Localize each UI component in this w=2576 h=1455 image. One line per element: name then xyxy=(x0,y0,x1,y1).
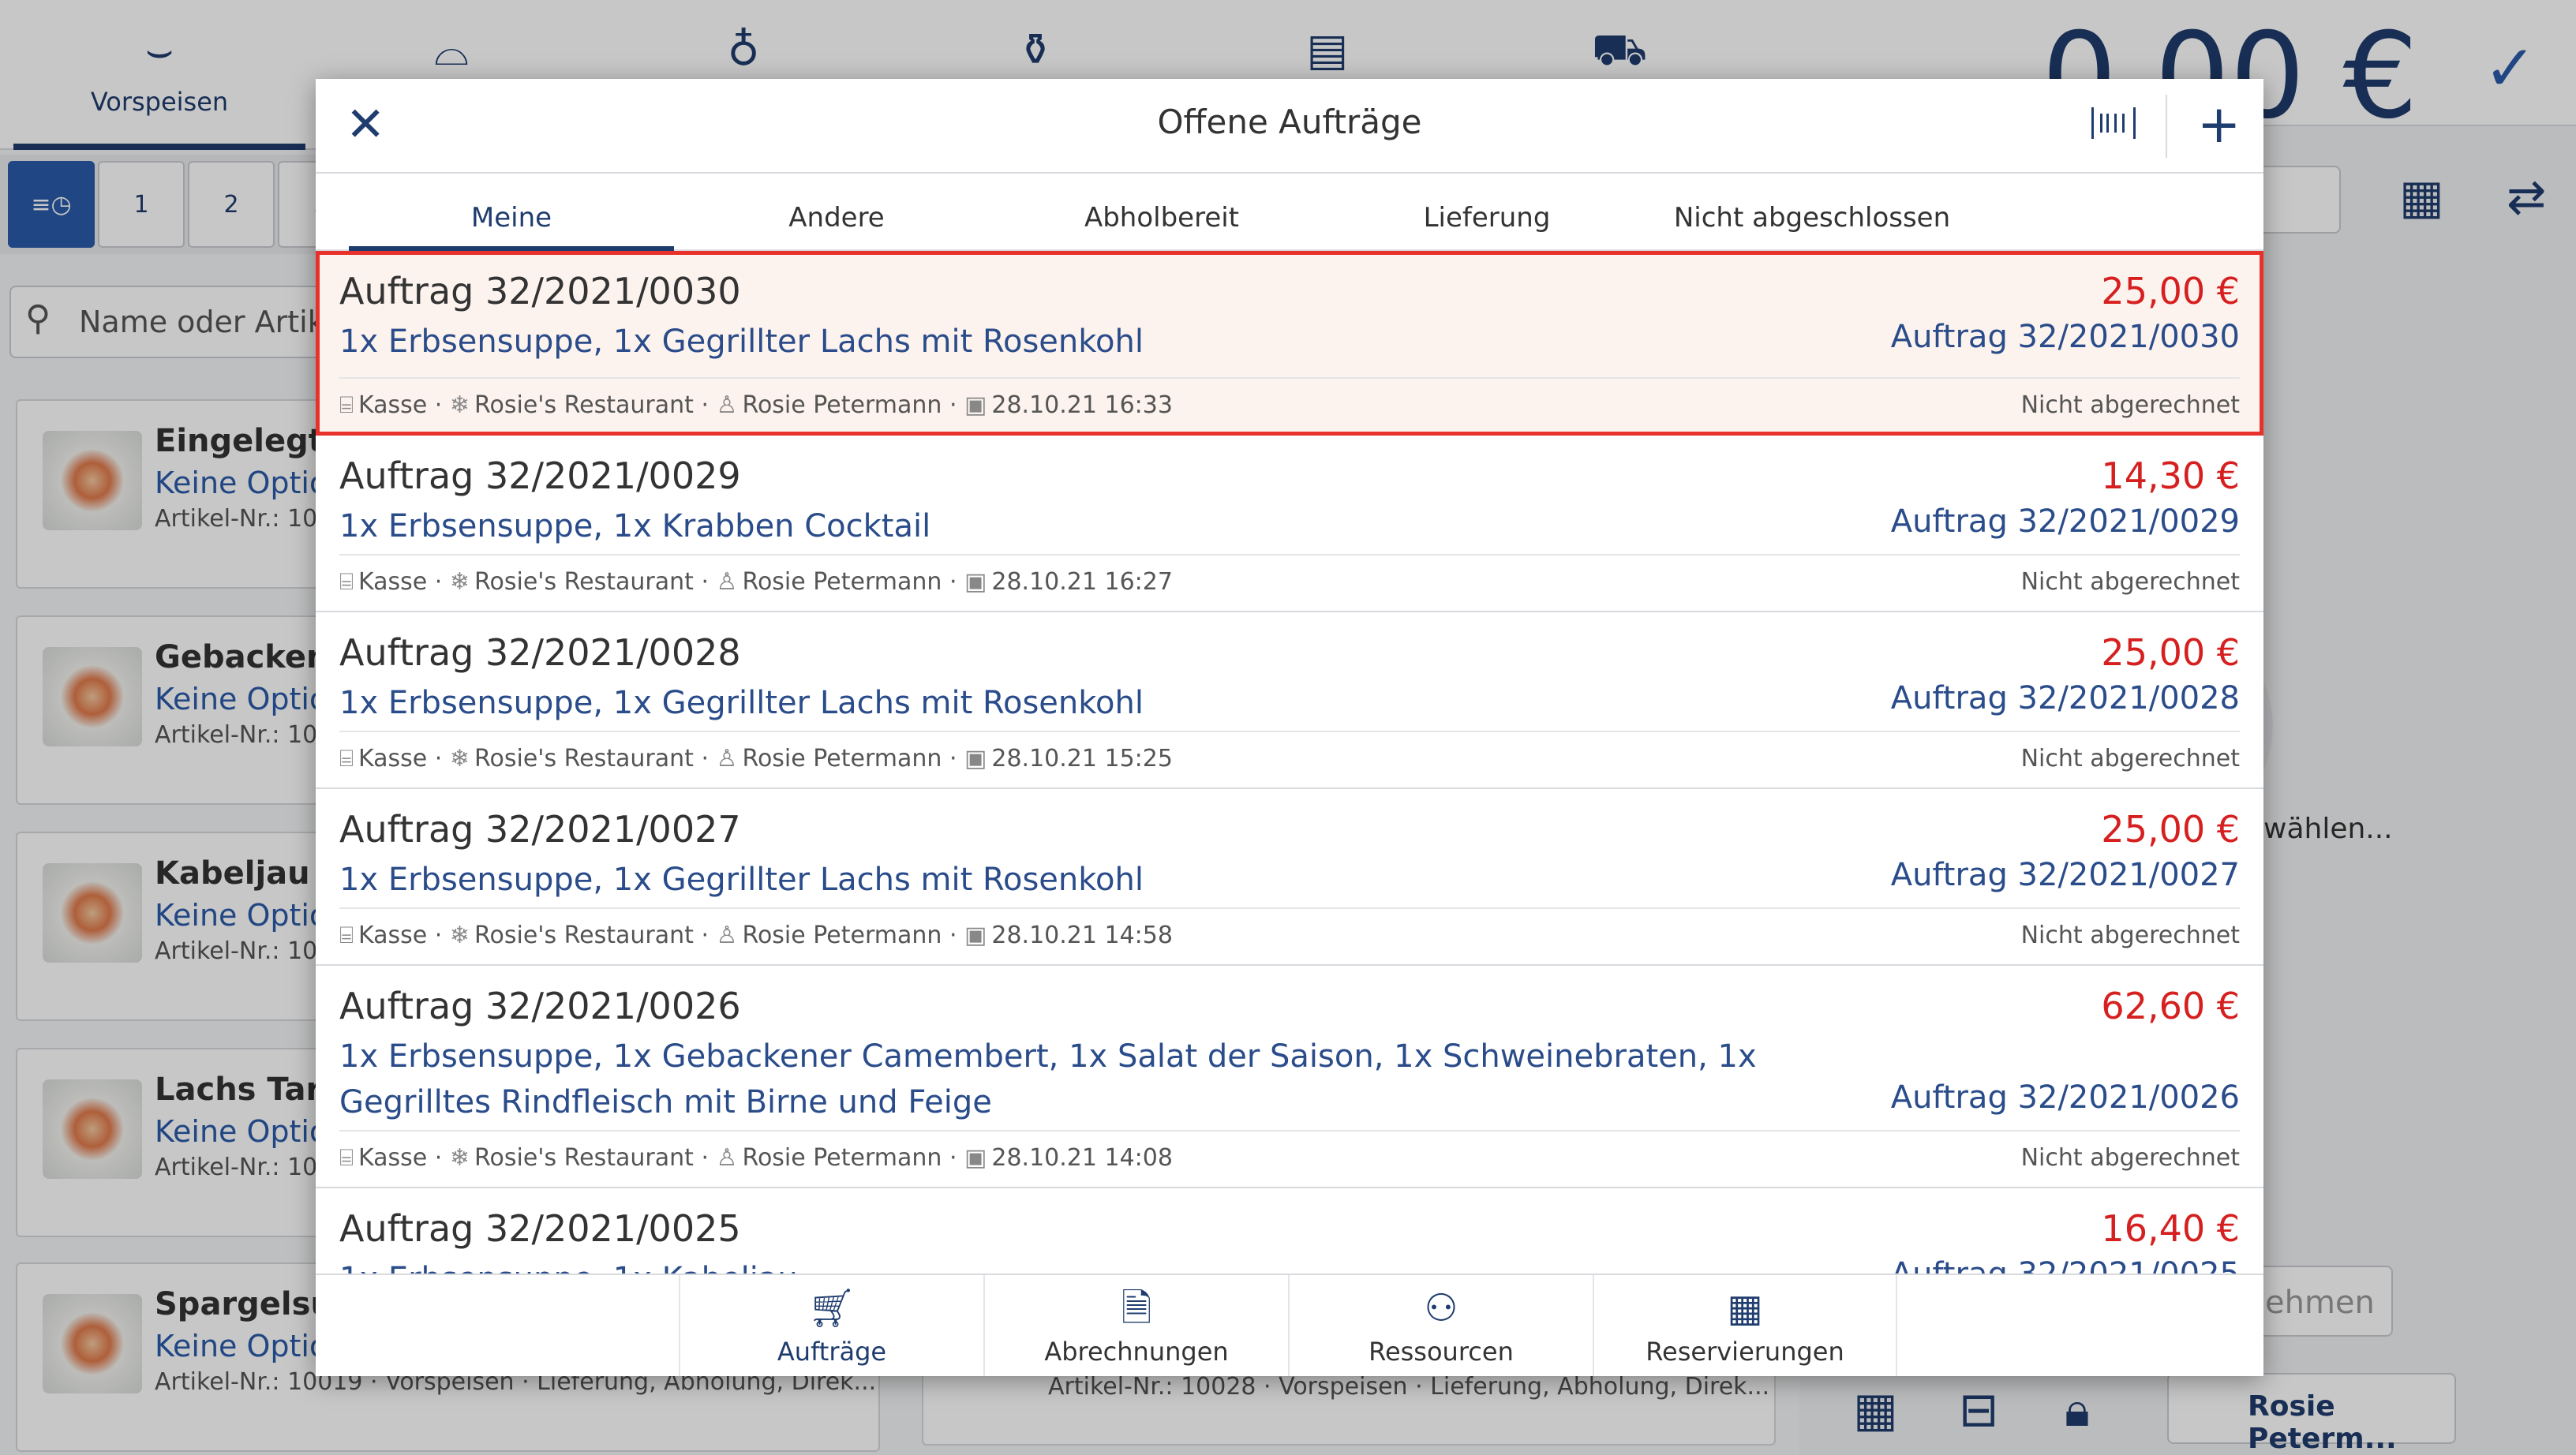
tab-lieferung[interactable]: Lieferung xyxy=(1324,174,1649,251)
order-meta: ⌸ Kasse · ❄ Rosie's Restaurant · ♙ Rosie Pe… xyxy=(339,745,1173,772)
invoice-icon: 🗎︎ xyxy=(1121,1286,1152,1330)
order-row[interactable]: Auftrag 32/2021/0028 25,00 € 1x Erbsensu… xyxy=(316,612,2263,789)
register-icon: ⌸ xyxy=(339,745,354,772)
order-status: Nicht abgerechnet xyxy=(2020,1144,2240,1172)
footer-tab-auftraege[interactable]: 🛒︎ Aufträge xyxy=(679,1275,983,1376)
order-divider xyxy=(339,554,2240,555)
dialog-footer-tabs: 🛒︎ Aufträge 🗎︎ Abrechnungen ⚇ Ressourcen… xyxy=(316,1274,2263,1376)
order-row[interactable]: Auftrag 32/2021/0027 25,00 € 1x Erbsensu… xyxy=(316,789,2263,966)
calendar-icon: ▣ xyxy=(964,391,987,419)
order-title: Auftrag 32/2021/0026 xyxy=(339,985,741,1027)
order-items: 1x Erbsensuppe, 1x Krabben Cocktail xyxy=(339,508,931,544)
order-status: Nicht abgerechnet xyxy=(2020,391,2240,419)
order-price: 25,00 € xyxy=(2101,631,2240,674)
user-icon: ♙ xyxy=(716,922,738,949)
snowflake-icon: ❄ xyxy=(449,391,470,419)
calendar-icon: ▣ xyxy=(964,745,987,772)
tab-abholbereit[interactable]: Abholbereit xyxy=(999,174,1324,251)
snowflake-icon: ❄ xyxy=(449,745,470,772)
footer-tab-abrechnungen[interactable]: 🗎︎ Abrechnungen xyxy=(983,1275,1288,1376)
order-meta: ⌸ Kasse · ❄ Rosie's Restaurant · ♙ Rosie Pe… xyxy=(339,391,1173,419)
calendar-icon: ▣ xyxy=(964,1144,987,1172)
order-meta: ⌸ Kasse · ❄ Rosie's Restaurant · ♙ Rosie Pe… xyxy=(339,922,1173,949)
order-title: Auftrag 32/2021/0027 xyxy=(339,808,741,851)
order-title: Auftrag 32/2021/0029 xyxy=(339,454,741,497)
order-list: Auftrag 32/2021/0030 25,00 € 1x Erbsensu… xyxy=(316,251,2263,1352)
footer-tab-reservierungen[interactable]: ▦ Reservierungen xyxy=(1593,1275,1897,1376)
order-reference: Auftrag 32/2021/0027 xyxy=(1890,857,2240,893)
order-reference: Auftrag 32/2021/0030 xyxy=(1890,319,2240,355)
order-divider xyxy=(339,377,2240,379)
calendar-icon: ▣ xyxy=(964,568,987,596)
tab-meine[interactable]: Meine xyxy=(349,174,674,251)
order-items: 1x Erbsensuppe, 1x Gegrillter Lachs mit … xyxy=(339,862,1144,898)
tab-andere[interactable]: Andere xyxy=(674,174,999,251)
order-price: 16,40 € xyxy=(2101,1207,2240,1250)
order-status: Nicht abgerechnet xyxy=(2020,745,2240,772)
order-reference: Auftrag 32/2021/0026 xyxy=(1890,1079,2240,1116)
add-order-icon[interactable]: + xyxy=(2197,93,2241,156)
order-items: 1x Erbsensuppe, 1x Gebackener Camembert,… xyxy=(339,1038,1757,1120)
header-divider xyxy=(2166,95,2167,158)
order-divider xyxy=(339,1130,2240,1131)
order-items: 1x Erbsensuppe, 1x Gegrillter Lachs mit … xyxy=(339,685,1144,721)
order-price: 62,60 € xyxy=(2101,985,2240,1027)
register-icon: ⌸ xyxy=(339,1144,354,1172)
snowflake-icon: ❄ xyxy=(449,1144,470,1172)
order-price: 25,00 € xyxy=(2101,808,2240,851)
user-icon: ♙ xyxy=(716,391,738,419)
order-row[interactable]: Auftrag 32/2021/0029 14,30 € 1x Erbsensu… xyxy=(316,436,2263,612)
dialog-header: ✕ Offene Aufträge + xyxy=(316,79,2263,174)
user-icon: ♙ xyxy=(716,745,738,772)
open-orders-dialog: ✕ Offene Aufträge + Meine Andere Abholbe… xyxy=(316,79,2263,1376)
order-reference: Auftrag 32/2021/0028 xyxy=(1890,680,2240,716)
order-meta: ⌸ Kasse · ❄ Rosie's Restaurant · ♙ Rosie Pe… xyxy=(339,568,1173,596)
order-price: 14,30 € xyxy=(2101,454,2240,497)
order-status: Nicht abgerechnet xyxy=(2020,568,2240,596)
calendar-icon: ▣ xyxy=(964,922,987,949)
order-filter-tabs: Meine Andere Abholbereit Lieferung Nicht… xyxy=(316,174,2263,251)
order-title: Auftrag 32/2021/0028 xyxy=(339,631,741,674)
order-title: Auftrag 32/2021/0030 xyxy=(339,270,741,312)
calendar-check-icon: ▦ xyxy=(1727,1286,1763,1330)
order-items: 1x Erbsensuppe, 1x Gegrillter Lachs mit … xyxy=(339,324,1144,360)
register-icon: ⌸ xyxy=(339,391,354,419)
cart-icon: 🛒︎ xyxy=(807,1286,856,1330)
order-divider xyxy=(339,907,2240,909)
barcode-scan-icon[interactable] xyxy=(2091,107,2136,139)
register-icon: ⌸ xyxy=(339,568,354,596)
dialog-title: Offene Aufträge xyxy=(1157,103,1422,141)
tab-nicht-abgeschlossen[interactable]: Nicht abgeschlossen xyxy=(1649,174,1975,251)
order-divider xyxy=(339,731,2240,732)
order-reference: Auftrag 32/2021/0029 xyxy=(1890,503,2240,540)
order-price: 25,00 € xyxy=(2101,270,2240,312)
register-icon: ⌸ xyxy=(339,922,354,949)
footer-tab-ressourcen[interactable]: ⚇ Ressourcen xyxy=(1288,1275,1593,1376)
resources-icon: ⚇ xyxy=(1424,1286,1458,1330)
order-status: Nicht abgerechnet xyxy=(2020,922,2240,949)
user-icon: ♙ xyxy=(716,568,738,596)
order-row[interactable]: Auftrag 32/2021/0030 25,00 € 1x Erbsensu… xyxy=(316,251,2263,436)
order-meta: ⌸ Kasse · ❄ Rosie's Restaurant · ♙ Rosie Pe… xyxy=(339,1144,1173,1172)
snowflake-icon: ❄ xyxy=(449,922,470,949)
order-title: Auftrag 32/2021/0025 xyxy=(339,1207,741,1250)
order-row[interactable]: Auftrag 32/2021/0026 62,60 € 1x Erbsensu… xyxy=(316,966,2263,1188)
snowflake-icon: ❄ xyxy=(449,568,470,596)
user-icon: ♙ xyxy=(716,1144,738,1172)
